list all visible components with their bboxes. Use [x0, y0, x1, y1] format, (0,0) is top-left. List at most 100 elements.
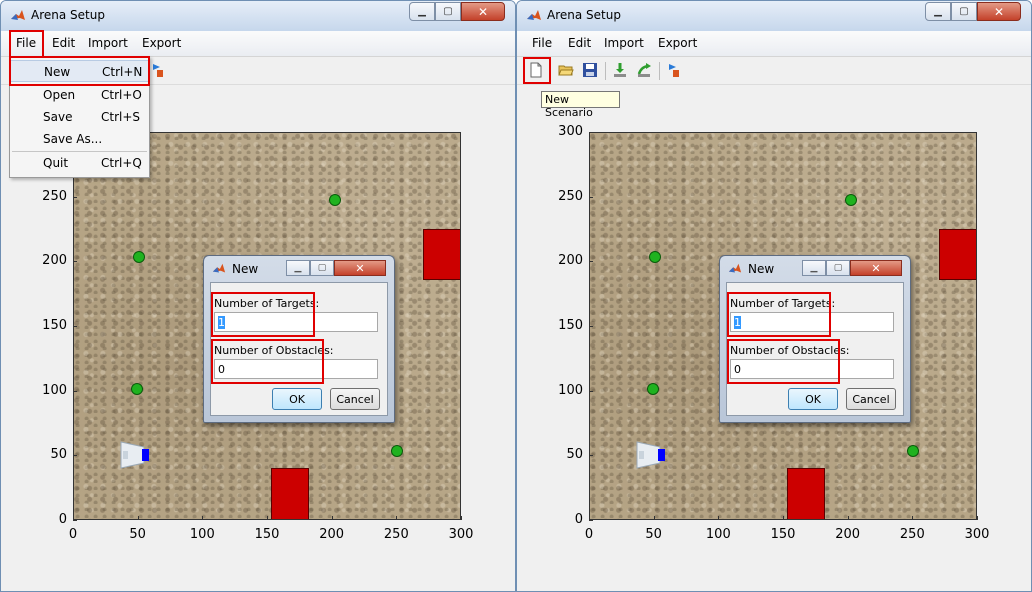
menu-item-open[interactable]: Open Ctrl+O [10, 84, 149, 106]
y-tick-label: 200 [558, 253, 583, 269]
dialog-close-button[interactable]: ✕ [334, 260, 386, 276]
arena-setup-window-left: Arena Setup ▁ ▢ ✕ File Edit Import Expor… [0, 0, 516, 592]
maximize-button[interactable]: ▢ [435, 2, 461, 21]
toolbar [517, 57, 1031, 85]
x-tick-mark [912, 516, 914, 520]
minimize-button[interactable]: ▁ [925, 2, 951, 21]
cancel-button[interactable]: Cancel [330, 388, 380, 410]
target[interactable] [845, 194, 858, 207]
obstacles-input[interactable]: 0 [214, 359, 378, 379]
menu-export[interactable]: Export [142, 36, 181, 50]
menu-item-quit[interactable]: Quit Ctrl+Q [10, 152, 149, 174]
targets-label: Number of Targets: [730, 297, 836, 310]
y-tick-mark [73, 520, 77, 521]
ok-button[interactable]: OK [272, 388, 322, 410]
x-tick-mark [718, 516, 720, 520]
import-icon[interactable] [610, 60, 630, 80]
obstacle[interactable] [270, 467, 310, 519]
y-tick-mark [589, 261, 593, 263]
targets-input[interactable]: 1 [214, 312, 378, 332]
close-button[interactable]: ✕ [461, 2, 505, 21]
x-tick-mark [847, 516, 849, 520]
y-tick-label: 0 [58, 512, 67, 527]
matlab-icon [11, 10, 25, 20]
maximize-button[interactable]: ▢ [951, 2, 977, 21]
x-tick-label: 150 [770, 527, 796, 542]
run-icon[interactable] [148, 60, 168, 80]
obstacles-input[interactable]: 0 [730, 359, 894, 379]
minimize-button[interactable]: ▁ [409, 2, 435, 21]
new-file-icon[interactable] [526, 60, 546, 80]
arena-setup-window-right: Arena Setup ▁ ▢ ✕ File Edit Import Expor… [516, 0, 1032, 592]
y-tick-mark [589, 520, 593, 521]
menu-edit[interactable]: Edit [568, 36, 591, 50]
dialog-minimize-button[interactable]: ▁ [802, 260, 826, 276]
x-tick-mark [653, 516, 655, 520]
obstacle[interactable] [786, 467, 826, 519]
x-tick-label: 200 [319, 527, 345, 542]
export-icon[interactable] [634, 60, 654, 80]
menu-file[interactable]: File [16, 36, 36, 50]
menu-item-new[interactable]: New Ctrl+N [10, 60, 149, 82]
obstacles-value: 0 [218, 363, 225, 376]
menu-export[interactable]: Export [658, 36, 697, 50]
x-tick-mark [977, 516, 978, 520]
menu-edit[interactable]: Edit [52, 36, 75, 50]
run-icon[interactable] [664, 60, 684, 80]
target[interactable] [647, 383, 660, 396]
target[interactable] [907, 445, 920, 458]
menu-import[interactable]: Import [88, 36, 128, 50]
x-tick-label: 250 [899, 527, 925, 542]
robot-icon[interactable] [636, 441, 666, 472]
x-tick-label: 300 [964, 527, 990, 542]
dialog-minimize-button[interactable]: ▁ [286, 260, 310, 276]
robot-icon[interactable] [120, 441, 150, 472]
x-tick-label: 200 [835, 527, 861, 542]
y-tick-mark [589, 455, 593, 457]
y-tick-label: 150 [558, 318, 583, 333]
x-tick-mark [331, 516, 333, 520]
dialog-title: New [232, 262, 259, 276]
y-tick-mark [73, 390, 77, 392]
x-tick-label: 0 [584, 527, 594, 542]
dialog-maximize-button[interactable]: ▢ [310, 260, 334, 276]
targets-input[interactable]: 1 [730, 312, 894, 332]
target[interactable] [648, 251, 661, 264]
obstacle[interactable] [939, 228, 976, 281]
menu-item-shortcut: Ctrl+N [102, 65, 143, 79]
menu-import[interactable]: Import [604, 36, 644, 50]
new-dialog: New ▁ ▢ ✕ Number of Targets: 1 Number of… [203, 255, 395, 423]
cancel-button[interactable]: Cancel [846, 388, 896, 410]
target[interactable] [391, 445, 404, 458]
x-tick-mark [589, 516, 590, 520]
target[interactable] [329, 194, 342, 207]
file-menu-dropdown: New Ctrl+N Open Ctrl+O Save Ctrl+S Save … [9, 56, 150, 178]
dialog-body: Number of Targets: 1 Number of Obstacles… [726, 282, 904, 416]
obstacle[interactable] [423, 228, 460, 281]
x-tick-mark [461, 516, 462, 520]
title-bar[interactable]: Arena Setup ▁ ▢ ✕ [517, 1, 1031, 31]
dialog-close-button[interactable]: ✕ [850, 260, 902, 276]
y-tick-mark [589, 132, 593, 133]
title-bar[interactable]: Arena Setup ▁ ▢ ✕ [1, 1, 515, 31]
menu-file[interactable]: File [532, 36, 552, 50]
menu-item-save[interactable]: Save Ctrl+S [10, 106, 149, 128]
x-tick-label: 250 [383, 527, 409, 542]
menu-item-label: Open [43, 88, 76, 102]
toolbar-separator [605, 62, 606, 80]
menu-item-label: Save As... [43, 132, 103, 146]
save-icon[interactable] [580, 60, 600, 80]
dialog-maximize-button[interactable]: ▢ [826, 260, 850, 276]
obstacles-label: Number of Obstacles: [214, 344, 334, 357]
menu-item-save-as[interactable]: Save As... [10, 128, 149, 150]
targets-label: Number of Targets: [214, 297, 320, 310]
menu-item-shortcut: Ctrl+Q [101, 156, 142, 170]
ok-button[interactable]: OK [788, 388, 838, 410]
close-button[interactable]: ✕ [977, 2, 1021, 21]
window-title: Arena Setup [547, 8, 621, 22]
open-folder-icon[interactable] [556, 60, 576, 80]
target[interactable] [131, 383, 144, 396]
x-tick-label: 50 [645, 527, 662, 542]
target[interactable] [132, 251, 145, 264]
y-tick-label: 0 [574, 512, 583, 527]
